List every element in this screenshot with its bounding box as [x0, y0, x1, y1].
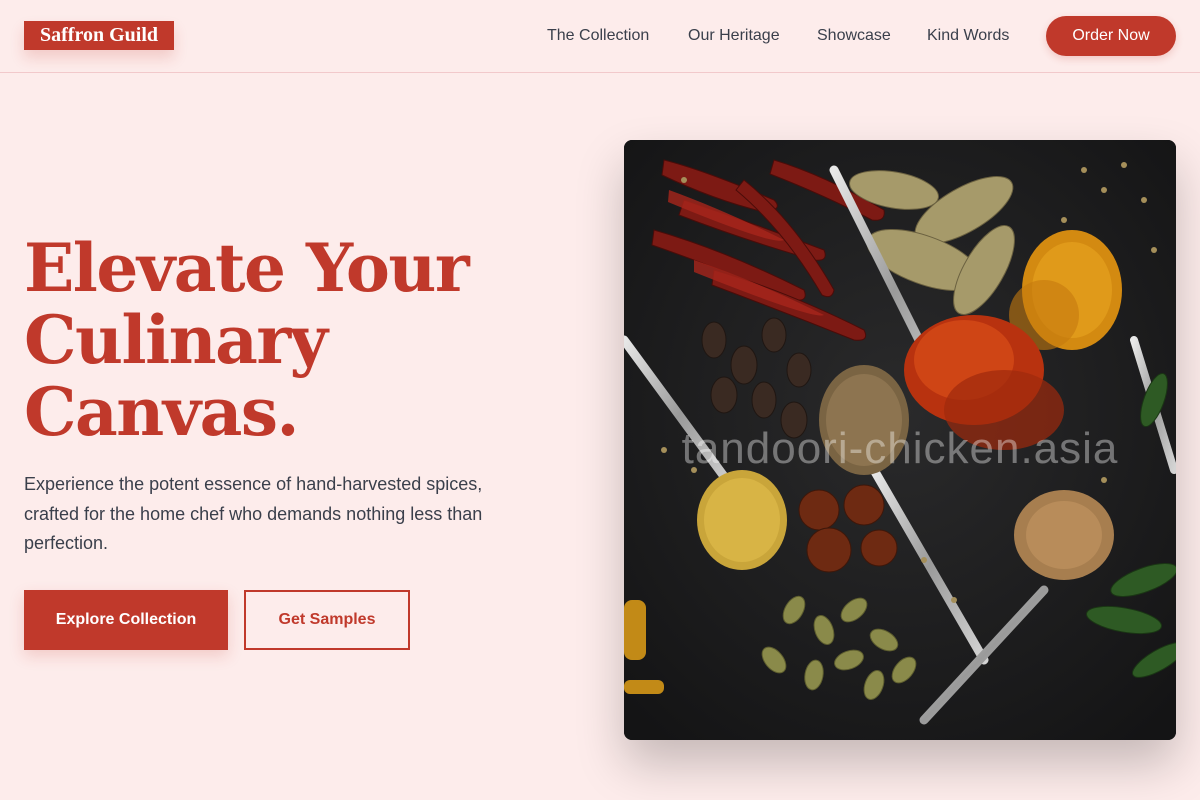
hero-title-line: Canvas.: [24, 373, 300, 451]
nav-link-kind-words[interactable]: Kind Words: [927, 25, 1009, 47]
hero-description: Experience the potent essence of hand-ha…: [24, 474, 483, 553]
image-watermark: tandoori-chicken.asia: [681, 424, 1119, 473]
get-samples-button[interactable]: Get Samples: [244, 590, 410, 650]
nav-link-collection[interactable]: The Collection: [547, 25, 649, 47]
explore-collection-button[interactable]: Explore Collection: [24, 590, 228, 650]
hero-title: Elevate Your Culinary Canvas.: [24, 232, 584, 448]
brand-logo[interactable]: Saffron Guild: [24, 21, 174, 50]
site-header: Saffron Guild The Collection Our Heritag…: [0, 0, 1200, 73]
order-now-button[interactable]: Order Now: [1046, 16, 1176, 56]
hero-title-line: Culinary: [24, 301, 328, 379]
spices-hero-image: tandoori-chicken.asia: [624, 140, 1176, 740]
hero-title-line: Elevate Your: [24, 229, 470, 307]
nav-link-heritage[interactable]: Our Heritage: [688, 25, 780, 47]
nav-link-showcase[interactable]: Showcase: [817, 25, 891, 47]
